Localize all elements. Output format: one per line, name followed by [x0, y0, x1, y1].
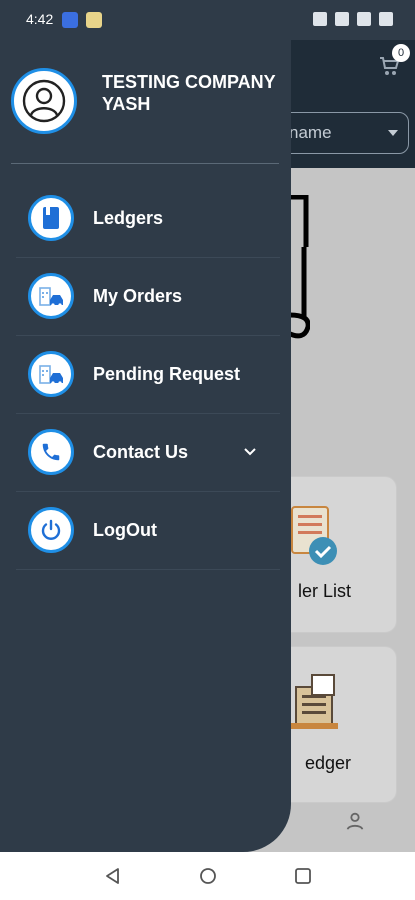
- phone-icon: [42, 443, 60, 461]
- back-icon[interactable]: [103, 866, 123, 886]
- system-nav-bar: [0, 852, 415, 900]
- user-icon: [22, 79, 66, 123]
- recents-icon[interactable]: [293, 866, 313, 886]
- ledger-icon: [290, 674, 338, 729]
- profile-icon[interactable]: [344, 810, 366, 832]
- chevron-down-icon[interactable]: [242, 444, 258, 460]
- menu-icon-circle: [28, 351, 74, 397]
- menu-item-contact-us[interactable]: Contact Us: [0, 414, 291, 492]
- menu-item-my-orders[interactable]: My Orders: [0, 258, 291, 336]
- home-icon[interactable]: [198, 866, 218, 886]
- menu-icon-circle: [28, 273, 74, 319]
- menu-label: Ledgers: [93, 208, 164, 228]
- menu-label: Pending Request: [93, 364, 241, 384]
- dropdown-text: name: [289, 123, 332, 142]
- menu-item-logout[interactable]: LogOut: [0, 492, 291, 570]
- orders-icon: [39, 287, 63, 307]
- menu-icon-circle: [28, 507, 74, 553]
- caret-down-icon: [388, 130, 398, 136]
- drawer-menu: Ledgers My Orders Pending Request Contac…: [0, 180, 291, 570]
- divider: [11, 163, 279, 164]
- calendar-icon: [335, 12, 349, 26]
- menu-item-ledgers[interactable]: Ledgers: [0, 180, 291, 258]
- profile-name: TESTING COMPANY YASH: [102, 72, 276, 114]
- menu-icon-circle: [28, 195, 74, 241]
- menu-label: My Orders: [93, 286, 183, 306]
- status-bar: 4:42: [0, 0, 415, 40]
- notification-app-icon: [86, 12, 102, 28]
- checklist-icon: [291, 506, 337, 565]
- signal-icon: [357, 12, 371, 26]
- notification-app-icon: [62, 12, 78, 28]
- avatar: [11, 68, 77, 134]
- status-icons: [313, 12, 393, 26]
- cart-count-badge: 0: [392, 44, 410, 62]
- mute-icon: [313, 12, 327, 26]
- battery-icon: [379, 12, 393, 26]
- menu-label: LogOut: [93, 520, 157, 540]
- power-icon: [41, 519, 61, 540]
- book-icon: [43, 207, 59, 229]
- menu-icon-circle: [28, 429, 74, 475]
- navigation-drawer: TESTING COMPANY YASH Ledgers My Orders P…: [0, 40, 291, 852]
- menu-item-pending-request[interactable]: Pending Request: [0, 336, 291, 414]
- status-time: 4:42: [26, 11, 54, 27]
- menu-label: Contact Us: [93, 442, 189, 462]
- orders-icon: [39, 365, 63, 385]
